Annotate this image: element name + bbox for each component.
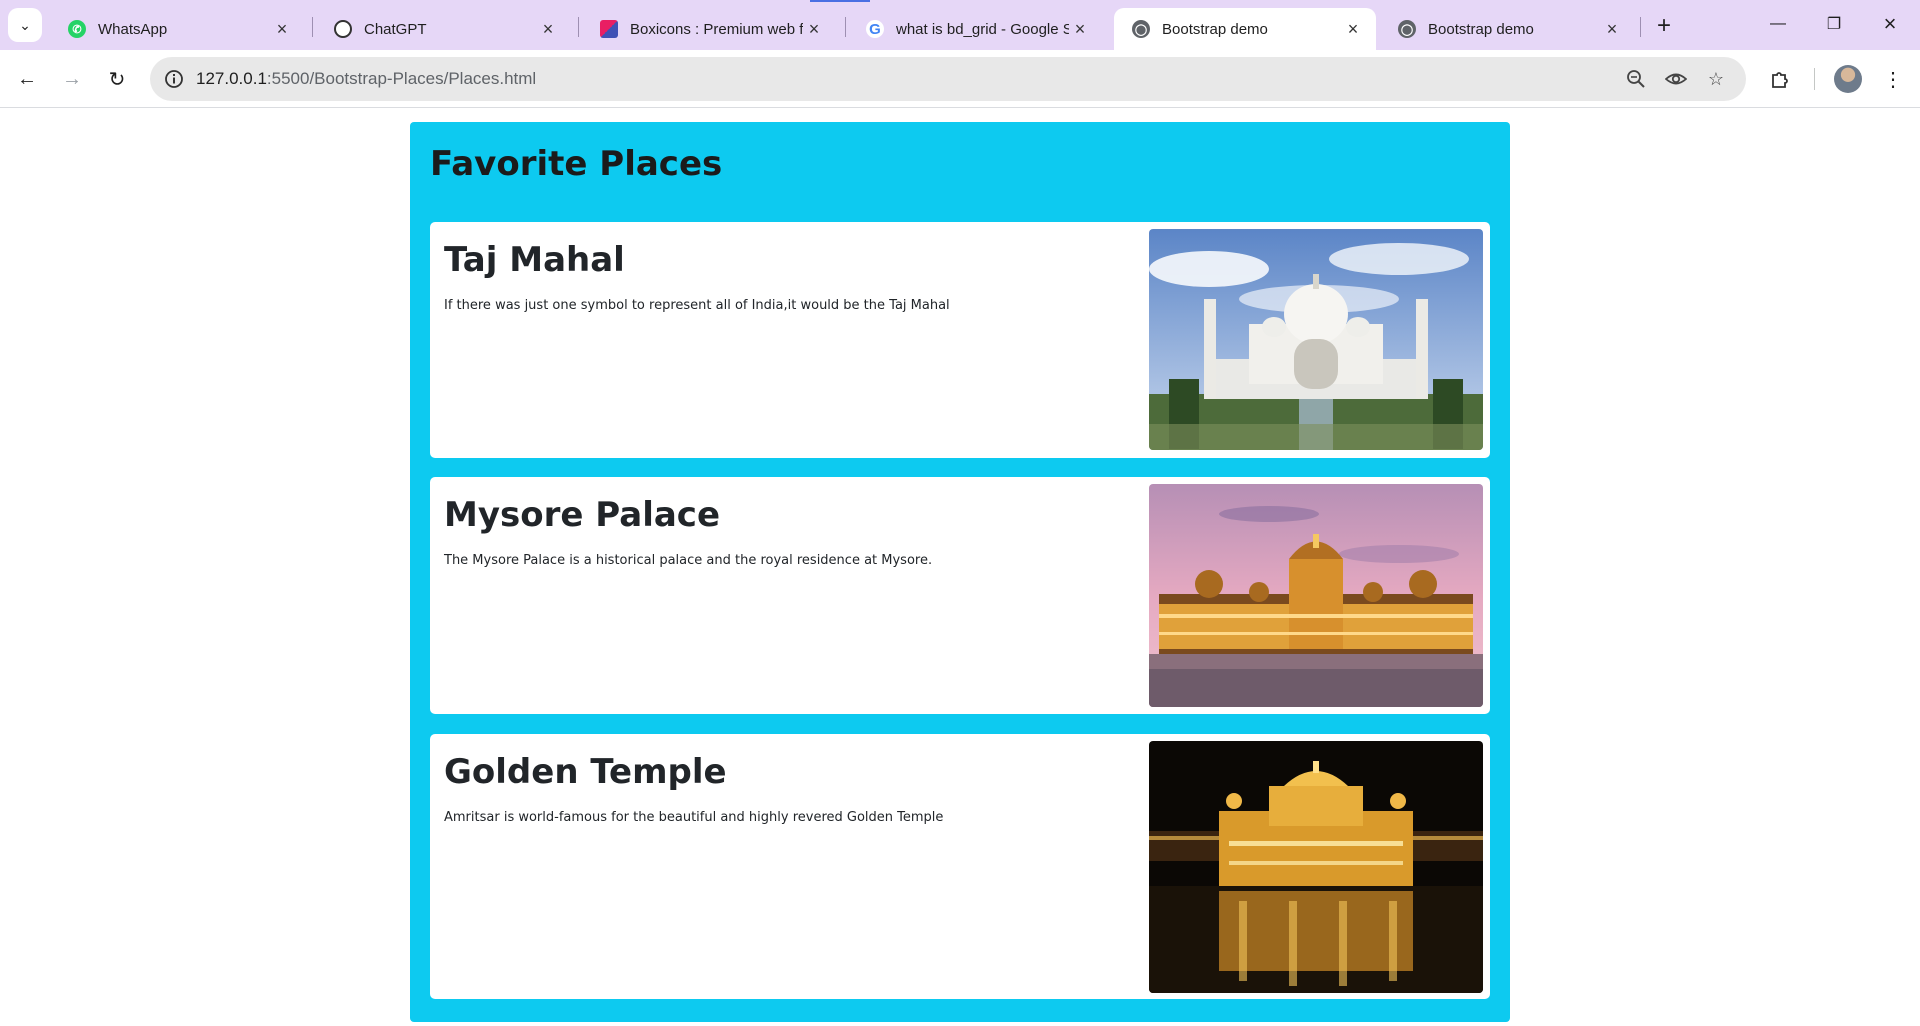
page-viewport: Favorite Places Taj Mahal If there was j… (0, 108, 1920, 1026)
tab-separator (845, 17, 846, 37)
place-title: Mysore Palace (444, 495, 721, 535)
page-title: Favorite Places (430, 144, 723, 184)
place-description: The Mysore Palace is a historical palace… (444, 553, 933, 568)
address-bar[interactable]: 127.0.0.1:5500/Bootstrap-Places/Places.h… (150, 57, 1746, 101)
globe-icon: ◯ (1132, 20, 1150, 38)
boxicons-icon (600, 20, 618, 38)
taj-mahal-photo (1149, 229, 1483, 450)
close-icon[interactable]: × (1342, 18, 1364, 40)
place-title: Golden Temple (444, 752, 727, 792)
minimize-icon: — (1770, 15, 1786, 32)
tab-search-button[interactable]: ⌄ (8, 8, 42, 42)
tab-title: Bootstrap demo (1428, 20, 1534, 38)
tab-strip-accent (810, 0, 870, 2)
back-button[interactable]: ← (10, 62, 44, 96)
tab-boxicons[interactable]: Boxicons : Premium web fr × (582, 8, 837, 50)
zoom-icon[interactable] (1624, 67, 1648, 91)
tab-title: ChatGPT (364, 20, 427, 38)
arrow-right-icon: → (62, 67, 82, 90)
arrow-left-icon: ← (17, 67, 37, 90)
tab-separator (1640, 17, 1641, 37)
plus-icon: + (1656, 12, 1671, 39)
place-card: Taj Mahal If there was just one symbol t… (430, 222, 1490, 458)
browser-toolbar: ← → ↻ 127.0.0.1:5500/Bootstrap-Places/Pl… (0, 50, 1920, 108)
tab-title: Bootstrap demo (1162, 20, 1268, 38)
tab-title: WhatsApp (98, 20, 168, 38)
tab-chatgpt[interactable]: ChatGPT × (316, 8, 571, 50)
place-description: Amritsar is world-famous for the beautif… (444, 810, 944, 825)
reload-button[interactable]: ↻ (100, 62, 134, 96)
golden-temple-photo (1149, 741, 1483, 993)
place-card: Mysore Palace The Mysore Palace is a his… (430, 477, 1490, 714)
forward-button[interactable]: → (55, 62, 89, 96)
more-vertical-icon: ⋮ (1883, 68, 1903, 91)
puzzle-icon (1772, 72, 1788, 88)
close-icon[interactable]: × (803, 18, 825, 40)
restore-button[interactable]: ❐ (1806, 0, 1862, 48)
tab-separator (312, 17, 313, 37)
close-icon[interactable]: × (271, 18, 293, 40)
tab-title: Boxicons : Premium web fr (630, 20, 803, 38)
google-icon: G (866, 20, 884, 38)
eye-icon[interactable] (1664, 67, 1688, 91)
bookmark-star-icon[interactable]: ☆ (1704, 67, 1728, 91)
tab-bootstrap-demo[interactable]: ◯ Bootstrap demo × (1380, 8, 1635, 50)
close-icon[interactable]: × (1069, 18, 1091, 40)
chatgpt-icon (334, 20, 352, 38)
close-icon[interactable]: × (1601, 18, 1623, 40)
tab-separator (578, 17, 579, 37)
url-path: :5500/Bootstrap-Places/Places.html (266, 69, 537, 88)
tab-strip: ⌄ ✆ WhatsApp × ChatGPT × Boxicons : Prem… (0, 0, 1920, 50)
chevron-down-icon: ⌄ (19, 16, 31, 33)
site-info-icon[interactable] (162, 67, 186, 91)
mysore-palace-photo (1149, 484, 1483, 707)
places-container: Favorite Places Taj Mahal If there was j… (410, 122, 1510, 1022)
tab-whatsapp[interactable]: ✆ WhatsApp × (50, 8, 305, 50)
menu-button[interactable]: ⋮ (1876, 62, 1910, 96)
close-icon: × (1883, 11, 1897, 36)
extensions-button[interactable] (1764, 62, 1798, 96)
restore-icon: ❐ (1826, 16, 1842, 33)
globe-icon: ◯ (1398, 20, 1416, 38)
toolbar-divider (1814, 68, 1815, 90)
whatsapp-icon: ✆ (68, 20, 86, 38)
place-card: Golden Temple Amritsar is world-famous f… (430, 734, 1490, 999)
profile-avatar[interactable] (1834, 65, 1862, 93)
close-window-button[interactable]: × (1862, 0, 1918, 48)
url-host: 127.0.0.1 (196, 69, 267, 88)
new-tab-button[interactable]: + (1650, 12, 1678, 40)
place-title: Taj Mahal (444, 240, 625, 280)
minimize-button[interactable]: — (1750, 0, 1806, 48)
reload-icon: ↻ (108, 68, 126, 91)
tab-title: what is bd_grid - Google S (896, 20, 1069, 38)
tab-google-search[interactable]: G what is bd_grid - Google S × (848, 8, 1103, 50)
tab-bootstrap-demo-active[interactable]: ◯ Bootstrap demo × (1114, 8, 1376, 50)
place-description: If there was just one symbol to represen… (444, 298, 950, 313)
url-text[interactable]: 127.0.0.1:5500/Bootstrap-Places/Places.h… (196, 69, 536, 89)
close-icon[interactable]: × (537, 18, 559, 40)
